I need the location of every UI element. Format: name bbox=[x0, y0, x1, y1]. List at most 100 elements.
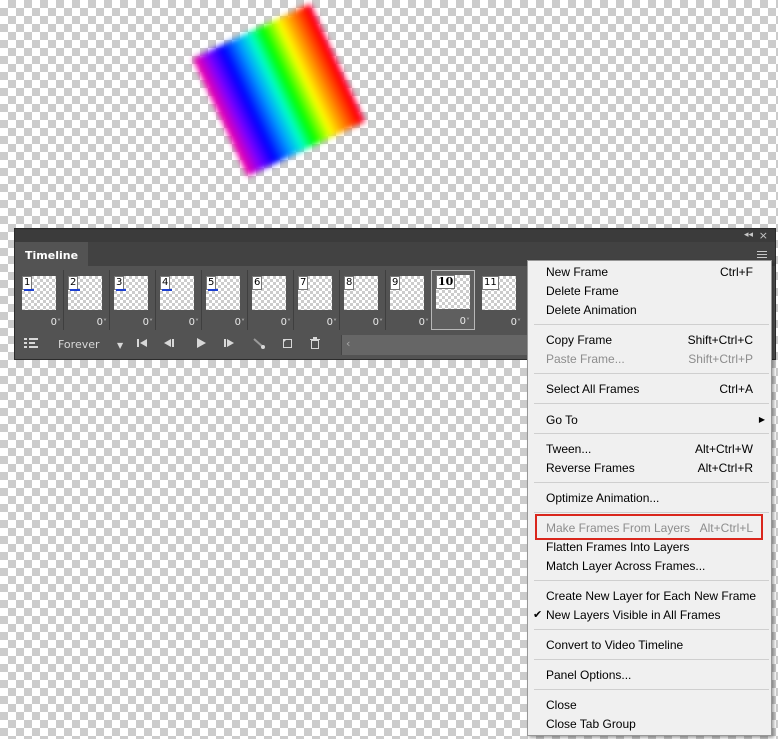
frame-number: 2 bbox=[68, 276, 79, 290]
animation-frame[interactable]: 1 0˅ bbox=[19, 270, 63, 330]
frame-delay-dropdown[interactable]: 0˅ bbox=[189, 317, 199, 328]
menu-item-close-tab-group[interactable]: Close Tab Group bbox=[528, 715, 771, 733]
tab-timeline[interactable]: Timeline bbox=[15, 242, 89, 266]
menu-item-label: Select All Frames bbox=[546, 382, 640, 396]
menu-item-convert-video-timeline[interactable]: Convert to Video Timeline bbox=[528, 636, 771, 654]
menu-item-shortcut: Alt+Ctrl+W bbox=[694, 442, 753, 456]
animation-frame[interactable]: 6 0˅ bbox=[249, 270, 293, 330]
frame-thumbnail: 1 bbox=[22, 276, 56, 310]
frame-thumbnail: 11 bbox=[482, 276, 516, 310]
menu-item-label: Convert to Video Timeline bbox=[546, 638, 684, 652]
menu-item-close[interactable]: Close bbox=[528, 696, 771, 714]
menu-item-new-layers-visible[interactable]: ✔ New Layers Visible in All Frames bbox=[528, 606, 771, 624]
frame-delay-dropdown[interactable]: 0˅ bbox=[51, 317, 61, 328]
menu-separator bbox=[534, 373, 769, 374]
submenu-arrow-icon: ▶ bbox=[758, 415, 765, 424]
frame-number: 6 bbox=[252, 276, 263, 290]
frame-delay-dropdown[interactable]: 0˅ bbox=[281, 317, 291, 328]
collapse-panel-icon[interactable]: ◂◂ bbox=[744, 229, 753, 242]
frame-divider bbox=[155, 270, 156, 330]
frame-delay-dropdown[interactable]: 0˅ bbox=[97, 317, 107, 328]
chevron-down-icon: ˅ bbox=[241, 318, 245, 327]
menu-separator bbox=[534, 580, 769, 581]
previous-frame-icon[interactable] bbox=[163, 337, 175, 354]
frame-content-mark bbox=[24, 289, 34, 291]
menu-item-match-layer[interactable]: Match Layer Across Frames... bbox=[528, 557, 771, 575]
menu-item-shortcut: Ctrl+A bbox=[719, 382, 753, 396]
animation-frame[interactable]: 10 0˅ bbox=[431, 270, 475, 330]
frame-number: 1 bbox=[22, 276, 33, 290]
delete-frame-icon[interactable] bbox=[309, 337, 321, 354]
frame-delay-dropdown[interactable]: 0˅ bbox=[235, 317, 245, 328]
frame-number: 7 bbox=[298, 276, 309, 290]
frame-thumbnail: 10 bbox=[436, 275, 470, 309]
frame-number: 8 bbox=[344, 276, 355, 290]
menu-item-flatten-frames[interactable]: Flatten Frames Into Layers bbox=[528, 538, 771, 556]
menu-item-label: Delete Frame bbox=[546, 284, 619, 298]
menu-item-panel-options[interactable]: Panel Options... bbox=[528, 666, 771, 684]
chevron-down-icon: ˅ bbox=[425, 318, 429, 327]
menu-item-delete-frame[interactable]: Delete Frame bbox=[528, 282, 771, 300]
tween-icon[interactable] bbox=[253, 337, 265, 354]
menu-item-select-all-frames[interactable]: Select All Frames Ctrl+A bbox=[528, 380, 771, 398]
menu-item-go-to[interactable]: Go To ▶ bbox=[528, 411, 771, 429]
chevron-down-icon: ▼ bbox=[117, 341, 124, 350]
menu-item-tween[interactable]: Tween... Alt+Ctrl+W bbox=[528, 440, 771, 458]
menu-item-shortcut: Shift+Ctrl+P bbox=[688, 352, 753, 366]
animation-frame[interactable]: 9 0˅ bbox=[387, 270, 431, 330]
animation-frame[interactable]: 8 0˅ bbox=[341, 270, 385, 330]
frame-thumbnail: 2 bbox=[68, 276, 102, 310]
frame-delay-dropdown[interactable]: 0˅ bbox=[143, 317, 153, 328]
menu-item-delete-animation[interactable]: Delete Animation bbox=[528, 301, 771, 319]
frame-thumbnail: 5 bbox=[206, 276, 240, 310]
animation-frame[interactable]: 5 0˅ bbox=[203, 270, 247, 330]
menu-item-copy-frame[interactable]: Copy Frame Shift+Ctrl+C bbox=[528, 331, 771, 349]
menu-item-label: New Frame bbox=[546, 265, 609, 279]
frame-scrollbar[interactable]: ‹ bbox=[341, 335, 542, 355]
menu-separator bbox=[534, 512, 769, 513]
rainbow-canvas-layer bbox=[192, 3, 366, 177]
panel-topbar: ◂◂ × bbox=[15, 229, 775, 242]
panel-menu-icon[interactable] bbox=[757, 251, 767, 258]
chevron-down-icon: ˅ bbox=[103, 318, 107, 327]
animation-frame[interactable]: 11 0˅ bbox=[479, 270, 523, 330]
frame-delay-dropdown[interactable]: 0˅ bbox=[419, 317, 429, 328]
chevron-down-icon: ˅ bbox=[466, 317, 470, 326]
frame-number: 10 bbox=[436, 275, 456, 289]
menu-item-reverse-frames[interactable]: Reverse Frames Alt+Ctrl+R bbox=[528, 459, 771, 477]
menu-item-label: Close Tab Group bbox=[546, 717, 636, 731]
scroll-left-icon[interactable]: ‹ bbox=[346, 337, 350, 350]
menu-item-create-new-layer[interactable]: Create New Layer for Each New Frame bbox=[528, 587, 771, 605]
menu-item-optimize-animation[interactable]: Optimize Animation... bbox=[528, 489, 771, 507]
menu-item-label: Flatten Frames Into Layers bbox=[546, 540, 690, 554]
frame-divider bbox=[63, 270, 64, 330]
close-panel-icon[interactable]: × bbox=[759, 229, 768, 242]
menu-item-paste-frame: Paste Frame... Shift+Ctrl+P bbox=[528, 350, 771, 368]
menu-separator bbox=[534, 482, 769, 483]
menu-item-label: Match Layer Across Frames... bbox=[546, 559, 706, 573]
play-icon[interactable] bbox=[195, 337, 207, 354]
menu-separator bbox=[534, 403, 769, 404]
menu-item-new-frame[interactable]: New Frame Ctrl+F bbox=[528, 263, 771, 281]
convert-timeline-icon[interactable] bbox=[24, 337, 38, 354]
frame-number: 9 bbox=[390, 276, 401, 290]
next-frame-icon[interactable] bbox=[223, 337, 235, 354]
frame-delay-dropdown[interactable]: 0˅ bbox=[373, 317, 383, 328]
menu-item-label: Reverse Frames bbox=[546, 461, 635, 475]
menu-item-label: Copy Frame bbox=[546, 333, 613, 347]
duplicate-frame-icon[interactable] bbox=[281, 337, 293, 354]
frame-number: 4 bbox=[160, 276, 171, 290]
frame-delay-dropdown[interactable]: 0˅ bbox=[511, 317, 521, 328]
animation-frame[interactable]: 4 0˅ bbox=[157, 270, 201, 330]
loop-options-dropdown[interactable]: Forever ▼ bbox=[58, 337, 123, 354]
animation-frame[interactable]: 7 0˅ bbox=[295, 270, 339, 330]
frame-delay-dropdown[interactable]: 0˅ bbox=[327, 317, 337, 328]
animation-frame[interactable]: 2 0˅ bbox=[65, 270, 109, 330]
first-frame-icon[interactable] bbox=[136, 337, 148, 354]
animation-frame[interactable]: 3 0˅ bbox=[111, 270, 155, 330]
frame-thumbnail: 7 bbox=[298, 276, 332, 310]
menu-item-label: New Layers Visible in All Frames bbox=[546, 608, 721, 622]
chevron-down-icon: ˅ bbox=[57, 318, 61, 327]
menu-separator bbox=[534, 689, 769, 690]
frame-delay-dropdown[interactable]: 0˅ bbox=[460, 316, 470, 327]
